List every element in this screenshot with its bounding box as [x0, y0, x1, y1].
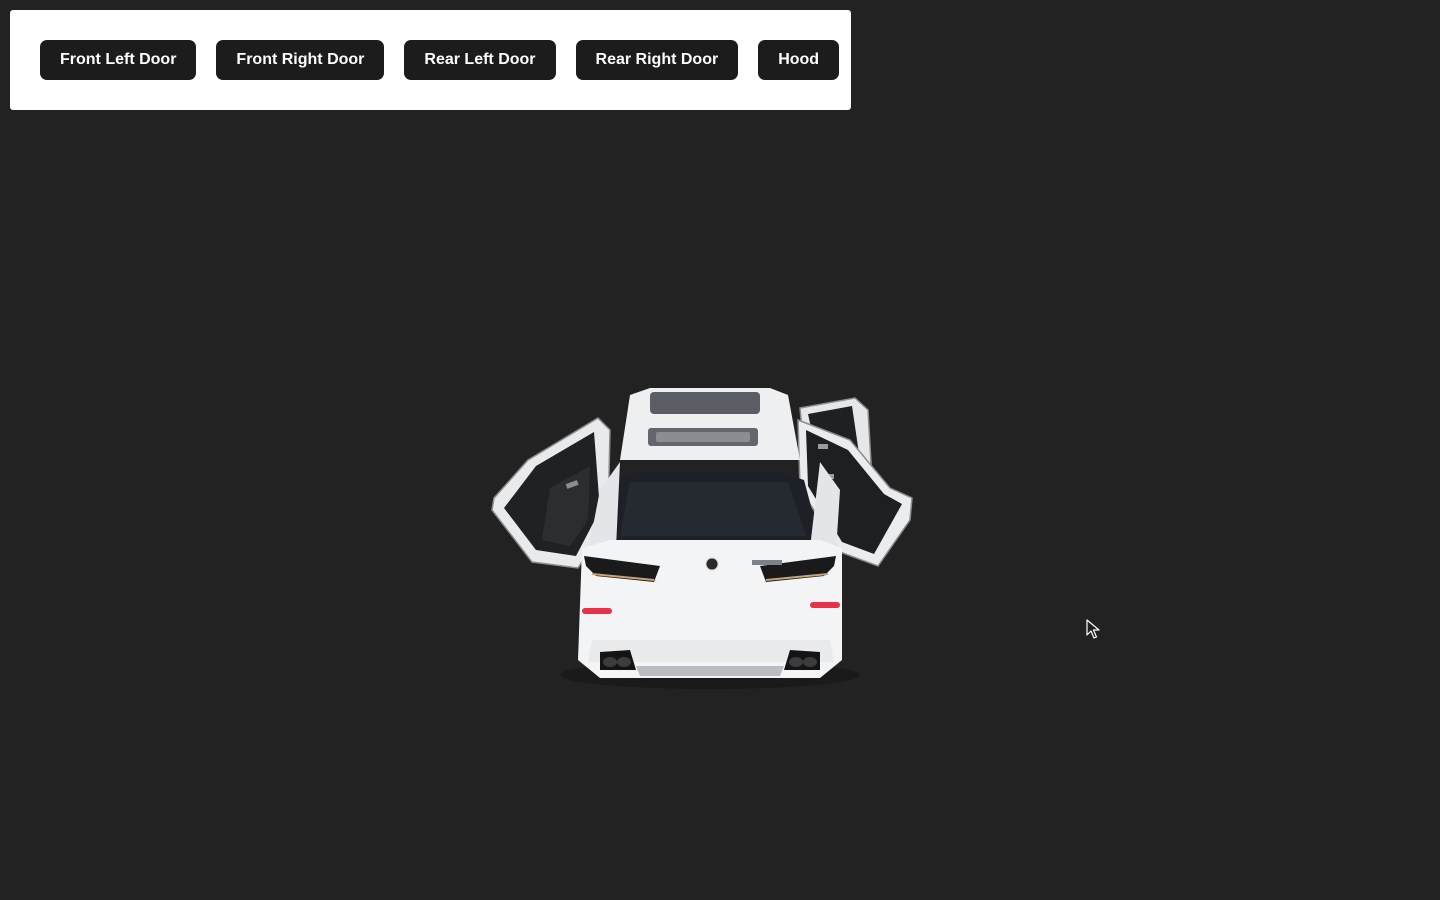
- hood-button[interactable]: Hood: [758, 40, 840, 80]
- front-left-door-button[interactable]: Front Left Door: [40, 40, 197, 80]
- pointer-cursor-icon: [1086, 619, 1100, 639]
- door-control-panel: Front Left Door Front Right Door Rear Le…: [10, 10, 851, 110]
- rear-right-door-button[interactable]: Rear Right Door: [575, 40, 739, 80]
- front-right-door-button[interactable]: Front Right Door: [216, 40, 385, 80]
- brand-emblem-icon: [705, 557, 719, 571]
- app-viewport[interactable]: Front Left Door Front Right Door Rear Le…: [0, 0, 1440, 900]
- rear-left-door-button[interactable]: Rear Left Door: [404, 40, 556, 80]
- car-3d-canvas[interactable]: [470, 370, 940, 700]
